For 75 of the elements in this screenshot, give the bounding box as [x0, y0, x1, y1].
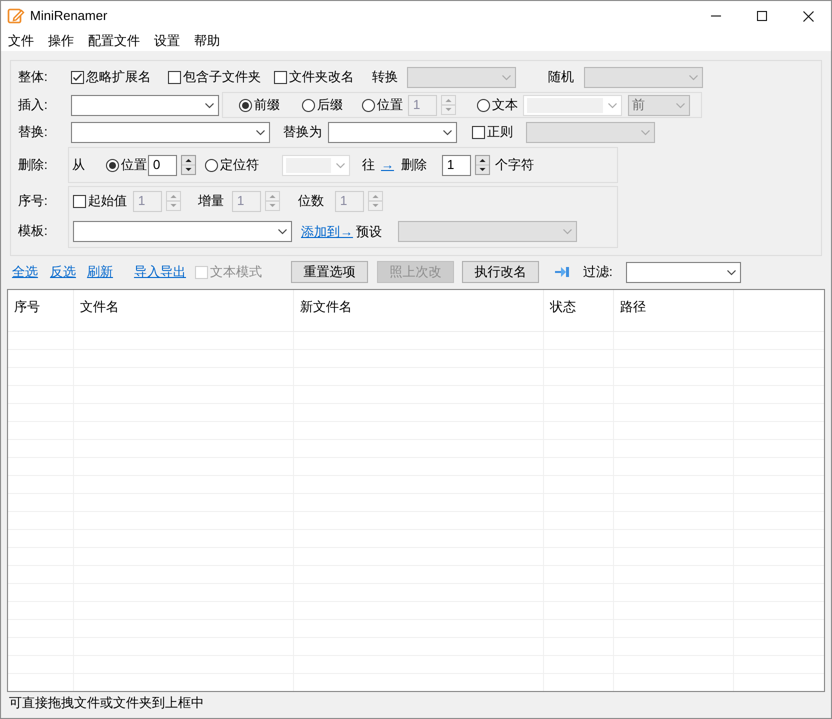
link[interactable]: 全选 — [12, 262, 38, 282]
dropdown[interactable] — [71, 122, 270, 142]
status-text: 可直接拖拽文件或文件夹到上框中 — [9, 694, 204, 712]
radio-label: 前缀 — [254, 96, 280, 114]
field-label: 替换为 — [283, 123, 322, 142]
radio-label: 后缀 — [317, 96, 343, 114]
dropdown[interactable] — [626, 262, 741, 282]
maximize-icon — [757, 11, 767, 21]
column-header[interactable]: 序号 — [14, 299, 40, 314]
column-header[interactable]: 状态 — [550, 299, 576, 314]
pin-icon — [555, 266, 570, 278]
column-header[interactable]: 路径 — [620, 299, 646, 314]
field-label: 删除: — [18, 156, 48, 174]
spin-buttons[interactable] — [181, 155, 196, 175]
menu-item[interactable]: 设置 — [154, 31, 180, 51]
chevron-icon — [277, 226, 288, 237]
field-label: 模板: — [18, 222, 48, 240]
window-title: MiniRenamer — [30, 7, 108, 26]
field-label: 整体: — [18, 68, 48, 86]
link[interactable]: 导入导出 — [134, 262, 186, 282]
checkbox[interactable] — [71, 70, 84, 84]
radio-button[interactable] — [477, 98, 490, 112]
field-label: 预设 — [356, 222, 382, 241]
checkbox[interactable] — [168, 70, 181, 84]
checkbox-label: 正则 — [487, 123, 513, 142]
radio-button[interactable] — [239, 98, 252, 112]
checkbox-label: 起始值 — [88, 192, 127, 210]
checkbox-label: 文件夹改名 — [289, 68, 354, 86]
menu-item[interactable]: 配置文件 — [88, 31, 140, 51]
number-field[interactable]: 0 — [148, 154, 177, 176]
dropdown[interactable] — [328, 122, 457, 142]
link[interactable]: → — [381, 155, 394, 175]
checkbox[interactable] — [73, 194, 86, 208]
dropdown[interactable] — [71, 94, 219, 116]
spin-buttons[interactable] — [475, 155, 490, 175]
number-field[interactable]: 1 — [442, 154, 471, 176]
field-label: 转换 — [372, 68, 398, 86]
field-label: 位数 — [298, 192, 324, 210]
chevron-icon — [562, 226, 573, 237]
column-header[interactable]: 新文件名 — [300, 299, 352, 314]
field-label: 个字符 — [495, 156, 534, 174]
menu-item[interactable]: 文件 — [8, 31, 34, 51]
radio-label: 位置 — [121, 156, 147, 174]
radio-label: 位置 — [377, 96, 403, 114]
checkbox-label: 文本模式 — [210, 263, 262, 282]
field-label: 往 — [362, 156, 375, 174]
dropdown[interactable] — [73, 221, 292, 242]
radio-label: 文本 — [492, 96, 518, 114]
radio-button[interactable] — [362, 98, 375, 112]
link[interactable]: 添加到→ — [301, 222, 353, 242]
checkbox-label: 包含子文件夹 — [183, 68, 261, 86]
field-label: 增量 — [198, 192, 224, 210]
field-label: 过滤: — [583, 263, 613, 282]
radio-button[interactable] — [205, 158, 218, 172]
action-button[interactable]: 重置选项 — [291, 261, 368, 283]
menu-item[interactable]: 操作 — [48, 31, 74, 51]
field-label: 插入: — [18, 96, 48, 114]
checkbox[interactable] — [274, 70, 287, 84]
field-label: 随机 — [548, 68, 574, 86]
checkbox-label: 忽略扩展名 — [86, 68, 151, 86]
field-label: 删除 — [401, 156, 427, 174]
field-label: 从 — [72, 156, 85, 174]
action-button[interactable]: 执行改名 — [462, 261, 539, 283]
column-header[interactable]: 文件名 — [80, 299, 119, 314]
field-label: 替换: — [18, 123, 48, 142]
field-label: 序号: — [18, 192, 48, 210]
close-icon — [802, 10, 814, 22]
checkbox[interactable] — [472, 126, 485, 138]
link[interactable]: 反选 — [50, 262, 76, 282]
radio-label: 定位符 — [220, 156, 259, 174]
radio-button[interactable] — [106, 158, 119, 172]
menu-item[interactable]: 帮助 — [194, 31, 220, 51]
radio-button[interactable] — [302, 98, 315, 112]
link[interactable]: 刷新 — [87, 262, 113, 282]
app-icon — [6, 7, 24, 25]
